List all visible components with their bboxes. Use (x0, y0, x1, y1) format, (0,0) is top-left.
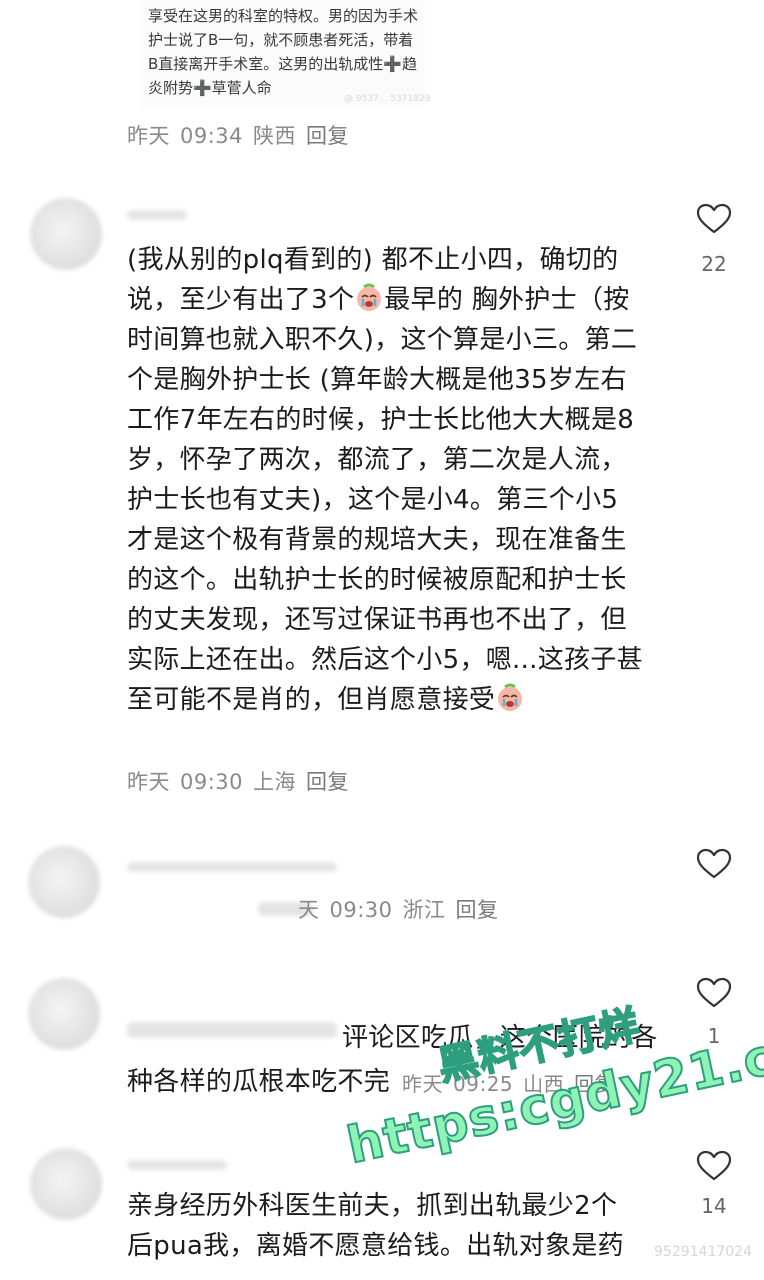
comment-body: (我从别的plq看到的) 都不止小四，确切的 说，至少有出了3个 最早的 胸外护士（… (127, 240, 667, 720)
comment-location: 浙江 (402, 898, 446, 922)
comment-meta: 昨天 09:34 陕西 回复 (127, 120, 359, 150)
like-count: 14 (701, 1194, 727, 1218)
like-button[interactable] (696, 848, 732, 884)
comment-date: 昨天 (402, 1072, 443, 1096)
username-blurred[interactable] (127, 1022, 337, 1038)
avatar[interactable] (28, 978, 100, 1050)
comment-body-line: 个是胸外护士长 (算年龄大概是他35岁左右 (127, 365, 627, 395)
like-count: 22 (701, 252, 727, 276)
avatar[interactable] (28, 846, 100, 918)
like-button[interactable] (696, 977, 732, 1013)
quoted-image-text: 享受在这男的科室的特权。男的因为手术护士说了B一句，就不顾患者死活，带着B直接离… (148, 7, 419, 97)
heart-outline-icon (696, 848, 732, 879)
comment-body-line: 实际上还在出。然后这个小5，嗯...这孩子甚 (127, 645, 643, 675)
comment-body-line: 亲身经历外科医生前夫，抓到出轨最少2个 (127, 1191, 618, 1221)
corner-watermark: 95291417024 (654, 1244, 752, 1260)
comment-body-line: 工作7年左右的时候，护士长比他大大概是8 (127, 405, 635, 435)
quoted-image-watermark: @ 9537... 5371829 (344, 94, 431, 104)
comment-body-line: 后pua我，离婚不愿意给钱。出轨对象是药 (127, 1231, 624, 1261)
comment-body-line: 护士长也有丈夫)，这个是小4。第三个小5 (127, 485, 619, 515)
comment-time: 09:30 (180, 770, 244, 794)
reply-button[interactable]: 回复 (456, 898, 499, 922)
reply-button[interactable]: 回复 (306, 770, 349, 794)
comment-body-line: 的丈夫发现，还写过保证书再也不出了，但 (127, 605, 627, 635)
comment-body-line: 说，至少有出了3个 最早的 胸外护士（按 (127, 283, 630, 315)
like-button[interactable] (696, 1150, 732, 1186)
like-button[interactable] (696, 203, 732, 239)
comment-date: 昨天 (127, 124, 170, 148)
avatar[interactable] (30, 1148, 102, 1220)
heart-outline-icon (696, 203, 732, 234)
username-blurred[interactable] (127, 862, 337, 872)
comment-location: 陕西 (253, 124, 297, 148)
comment-body-line: 时间算也就入职不久)，这个算是小三。第二 (127, 325, 638, 355)
comment-body-line: (我从别的plq看到的) 都不止小四，确切的 (127, 245, 619, 275)
comment-date: 昨天 (127, 770, 170, 794)
reply-button[interactable]: 回复 (306, 124, 349, 148)
avatar[interactable] (30, 198, 102, 270)
comment-body-line: 种各样的瓜根本吃不完 (127, 1067, 391, 1097)
comment-meta: 昨天 09:30 上海 回复 (127, 766, 359, 796)
heart-outline-icon (696, 1150, 732, 1181)
comment-body-line: 才是这个极有背景的规培大夫，现在准备生 (127, 525, 627, 555)
comment-meta: 天 09:30 浙江 回复 (298, 894, 509, 924)
comment-location: 上海 (253, 770, 297, 794)
comment-date: 天 (298, 898, 320, 922)
crying-face-emoji (357, 283, 382, 311)
comment-time: 09:34 (180, 124, 244, 148)
comment-time: 09:30 (329, 898, 393, 922)
comment-body-line: 至可能不是肖的，但肖愿意接受 (127, 680, 667, 720)
heart-outline-icon (696, 977, 732, 1008)
comment-body-line: 的这个。出轨护士长的时候被原配和护士长 (127, 565, 627, 595)
username-blurred[interactable] (127, 1160, 227, 1170)
username-blurred[interactable] (127, 210, 187, 220)
crying-face-emoji (498, 683, 523, 711)
comment-body-line: 岁，怀孕了两次，都流了，第二次是人流， (127, 445, 627, 475)
